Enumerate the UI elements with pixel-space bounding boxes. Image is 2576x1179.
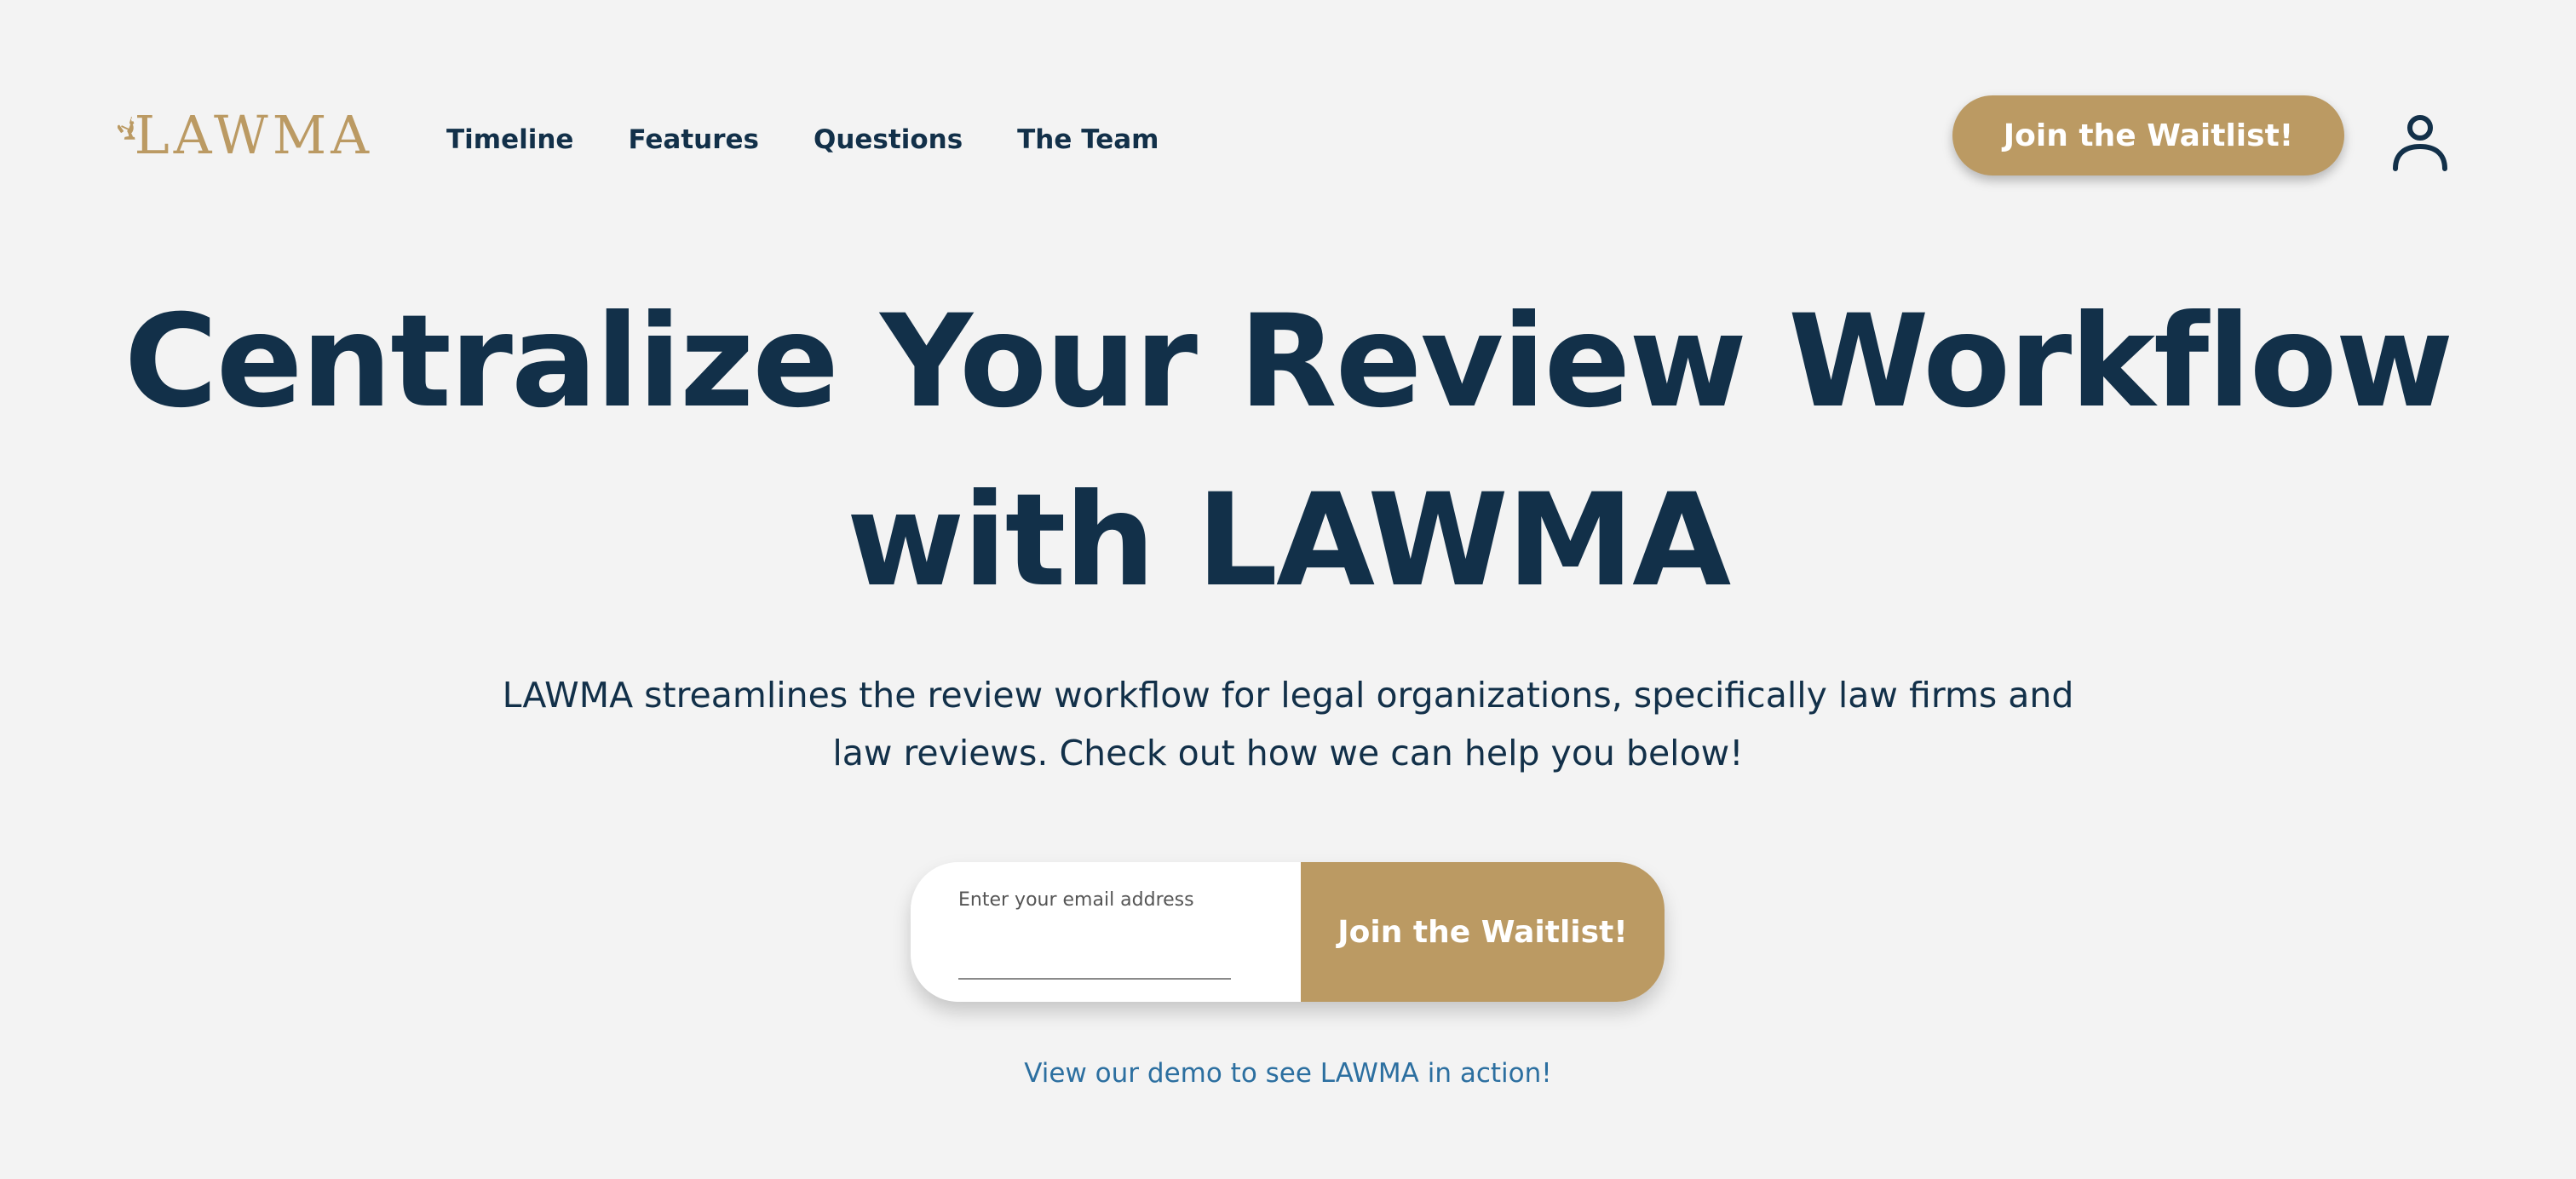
logo-text: LAWMA	[134, 103, 373, 166]
logo[interactable]: LAWMA	[118, 82, 373, 175]
hero-title: Centralize Your Review Workflow with LAW…	[0, 273, 2576, 630]
main-nav: Timeline Features Questions The Team	[446, 116, 1213, 164]
nav-item-questions[interactable]: Questions	[814, 116, 963, 164]
nav-item-the-team[interactable]: The Team	[1017, 116, 1159, 164]
email-input[interactable]	[958, 929, 1231, 980]
hero-title-line-1: Centralize Your Review Workflow	[124, 288, 2454, 436]
signup-form: Enter your email address Join the Waitli…	[911, 862, 1665, 1002]
nav-item-timeline[interactable]: Timeline	[446, 116, 573, 164]
demo-link[interactable]: View our demo to see LAWMA in action!	[0, 1058, 2576, 1089]
nav-item-features[interactable]: Features	[628, 116, 759, 164]
hero-subtitle: LAWMA streamlines the review workflow fo…	[502, 675, 2074, 774]
email-field-container: Enter your email address	[911, 862, 1301, 1002]
user-icon[interactable]	[2387, 109, 2453, 175]
join-waitlist-button[interactable]: Join the Waitlist!	[1952, 95, 2344, 175]
hero-title-line-2: with LAWMA	[846, 467, 1731, 615]
email-label: Enter your email address	[958, 889, 1194, 911]
site-header: LAWMA Timeline Features Questions The Te…	[0, 0, 2576, 281]
signup-submit-button[interactable]: Join the Waitlist!	[1301, 862, 1665, 1002]
